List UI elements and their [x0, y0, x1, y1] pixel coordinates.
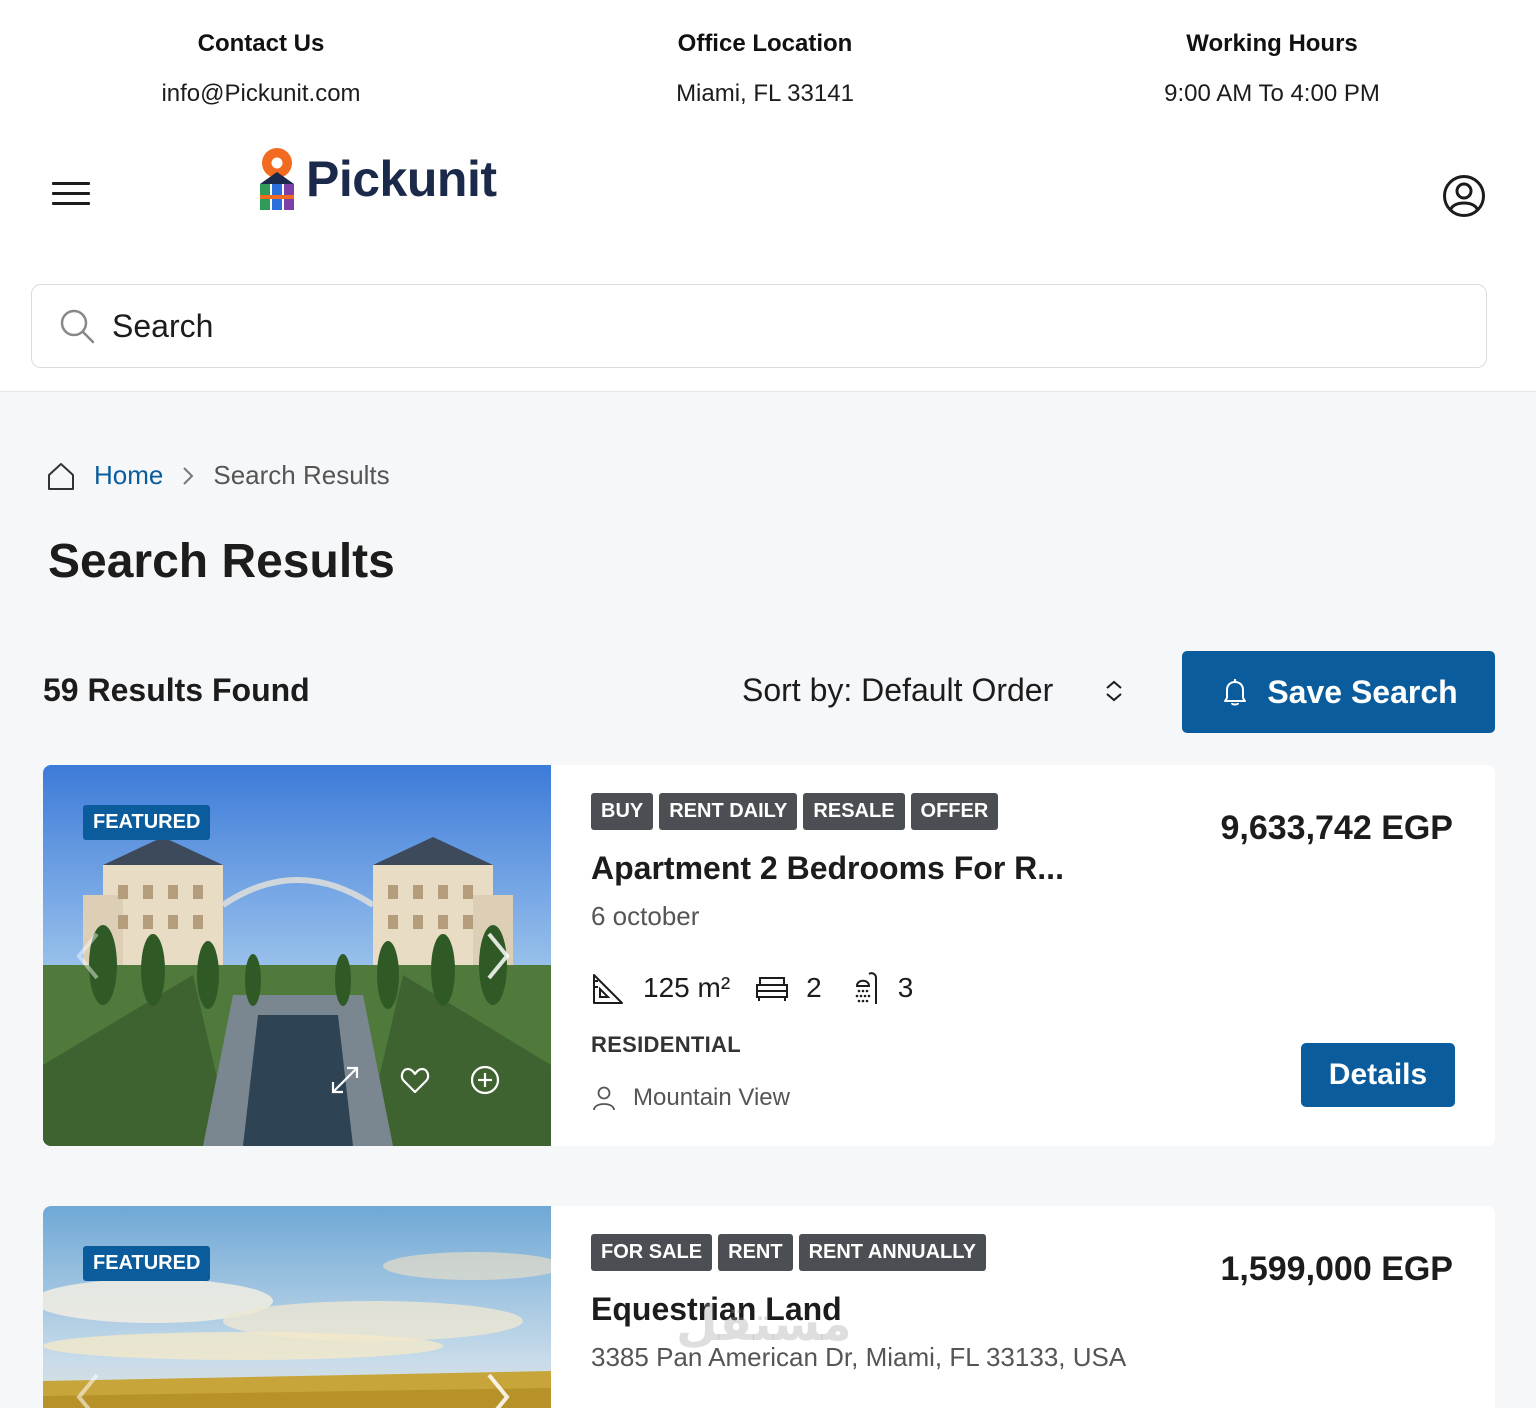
- home-icon[interactable]: [46, 461, 76, 491]
- tag-resale[interactable]: RESALE: [803, 793, 905, 830]
- chevron-right-icon[interactable]: [483, 1369, 513, 1408]
- sort-dropdown[interactable]: Sort by: Default Order: [742, 672, 1127, 709]
- search-input[interactable]: [112, 307, 1412, 345]
- hours-value: 9:00 AM To 4:00 PM: [1164, 80, 1380, 107]
- expand-icon[interactable]: [329, 1064, 361, 1096]
- office-address: Miami, FL 33141: [676, 80, 854, 107]
- search-bar[interactable]: [31, 284, 1487, 368]
- tag-rent-annually[interactable]: RENT ANNUALLY: [798, 1234, 986, 1271]
- bell-icon: [1224, 679, 1247, 706]
- breadcrumb-home[interactable]: Home: [94, 460, 163, 491]
- hours-info: Working Hours 9:00 AM To 4:00 PM: [1072, 30, 1472, 108]
- save-search-label: Save Search: [1267, 673, 1458, 710]
- listing-card: FEATURED BUY RENT DAILY RESALE OFFER Apa…: [43, 765, 1495, 1146]
- breadcrumb: Home Search Results: [46, 460, 390, 491]
- heart-icon[interactable]: [399, 1064, 431, 1096]
- featured-badge: FEATURED: [83, 805, 211, 840]
- breadcrumb-current: Search Results: [213, 460, 390, 490]
- listing-bedrooms: 2: [806, 972, 822, 1003]
- user-circle-icon[interactable]: [1442, 174, 1486, 218]
- listing-features: 125 m² 2 3: [591, 970, 1495, 1006]
- tag-buy[interactable]: BUY: [591, 793, 654, 830]
- property-photo: [43, 1206, 551, 1408]
- site-header: Contact Us info@Pickunit.com Office Loca…: [0, 0, 1536, 392]
- results-count: 59 Results Found: [43, 672, 310, 708]
- user-icon: [593, 1086, 615, 1111]
- hamburger-icon[interactable]: [52, 182, 90, 210]
- bed-icon: [756, 977, 789, 1001]
- listing-image[interactable]: FEATURED: [43, 1206, 551, 1408]
- tag-offer[interactable]: OFFER: [910, 793, 999, 830]
- listing-bathrooms: 3: [897, 972, 914, 1003]
- contact-info: Contact Us info@Pickunit.com: [61, 30, 461, 108]
- listing-location: 3385 Pan American Dr, Miami, FL 33133, U…: [591, 1342, 1127, 1372]
- listing-card: FEATURED FOR SALE RENT RENT ANNUALLY Equ…: [43, 1206, 1495, 1408]
- shower-icon: [855, 972, 877, 1004]
- office-info: Office Location Miami, FL 33141: [565, 30, 965, 108]
- tag-for-sale[interactable]: FOR SALE: [591, 1234, 713, 1271]
- image-actions: [329, 1064, 501, 1096]
- listing-location: 6 october: [591, 901, 700, 931]
- contact-title: Contact Us: [197, 30, 325, 57]
- site-logo[interactable]: Pickunit: [258, 144, 497, 214]
- listing-price: 1,599,000 EGP: [1220, 1250, 1453, 1288]
- featured-badge: FEATURED: [83, 1246, 211, 1281]
- tag-rent-daily[interactable]: RENT DAILY: [659, 793, 798, 830]
- search-icon: [60, 309, 95, 344]
- details-button[interactable]: Details: [1301, 1043, 1455, 1107]
- save-search-button[interactable]: Save Search: [1182, 651, 1495, 733]
- page-title: Search Results: [48, 535, 395, 588]
- hours-title: Working Hours: [1186, 30, 1358, 57]
- logo-text: Pickunit: [306, 151, 497, 207]
- pickunit-logo-icon: [260, 148, 294, 210]
- office-title: Office Location: [677, 30, 853, 57]
- agent-name: Mountain View: [633, 1084, 790, 1111]
- compare-plus-icon[interactable]: [469, 1064, 501, 1096]
- area-ruler-icon: [593, 974, 623, 1004]
- chevron-left-icon[interactable]: [73, 1369, 103, 1408]
- sort-chevrons-icon: [1106, 680, 1122, 701]
- listing-title[interactable]: Apartment 2 Bedrooms For R...: [591, 850, 1495, 887]
- chevron-left-icon[interactable]: [73, 928, 103, 984]
- chevron-right-icon: [183, 466, 194, 485]
- listing-title[interactable]: Equestrian Land: [591, 1291, 1495, 1328]
- listing-image[interactable]: FEATURED: [43, 765, 551, 1146]
- contact-email[interactable]: info@Pickunit.com: [61, 80, 461, 108]
- tag-rent[interactable]: RENT: [718, 1234, 793, 1271]
- listing-area: 125 m²: [643, 972, 731, 1003]
- chevron-right-icon[interactable]: [483, 928, 513, 984]
- listing-price: 9,633,742 EGP: [1220, 809, 1453, 847]
- sort-label: Sort by: Default Order: [742, 672, 1054, 708]
